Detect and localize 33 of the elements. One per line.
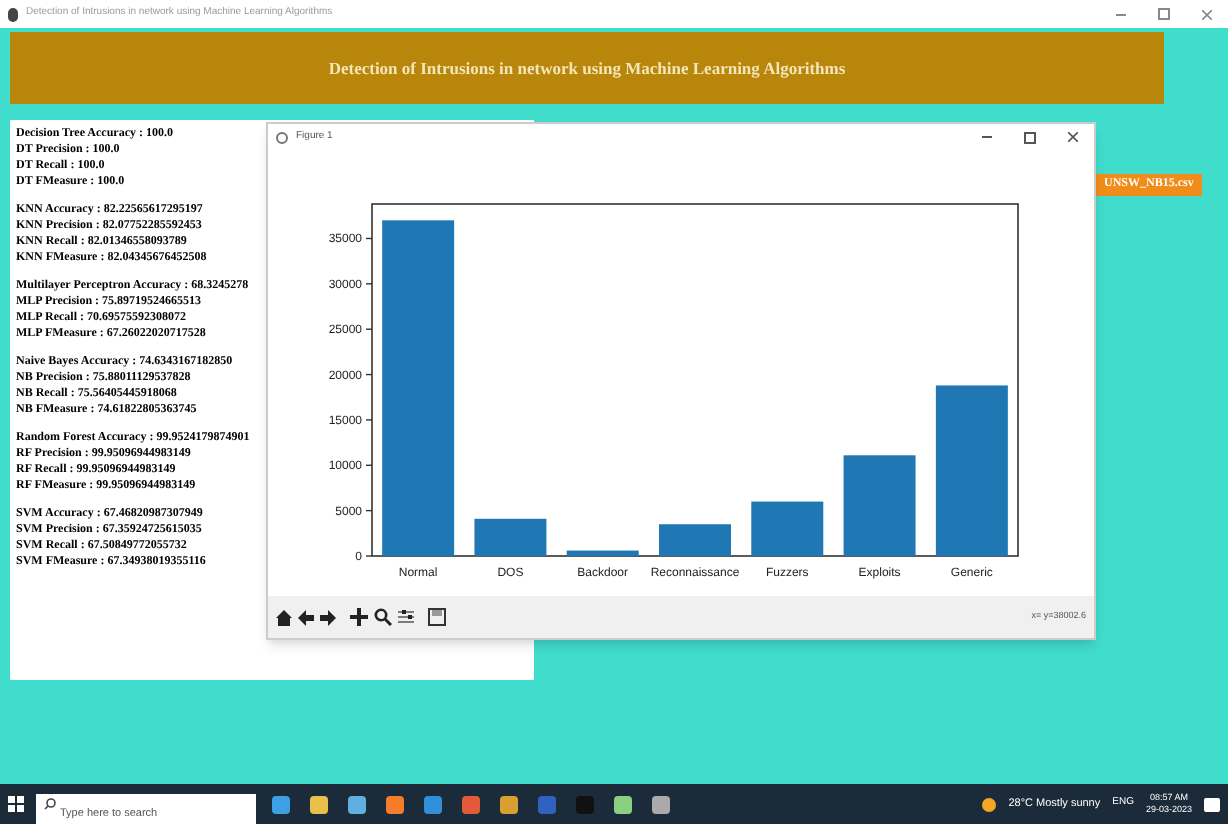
minimize-icon[interactable]	[982, 136, 992, 139]
header-title: Detection of Intrusions in network using Machine Learning Algorithms	[328, 55, 846, 81]
app-icon[interactable]	[272, 795, 290, 813]
sliders-icon[interactable]	[398, 608, 414, 627]
maximize-icon[interactable]	[1158, 8, 1170, 20]
weather-icon	[982, 797, 997, 811]
app-icon[interactable]	[424, 795, 442, 813]
bar	[751, 502, 824, 557]
app-icon[interactable]	[652, 795, 670, 813]
app-icon[interactable]	[348, 795, 366, 813]
app-icon[interactable]	[310, 795, 328, 813]
close-icon[interactable]	[1202, 9, 1212, 19]
pan-icon[interactable]	[350, 608, 368, 627]
maximize-icon[interactable]	[1024, 131, 1036, 144]
figure-icon	[276, 131, 288, 144]
close-icon[interactable]	[1068, 132, 1078, 143]
zoom-icon[interactable]	[374, 608, 392, 627]
app-icon[interactable]	[462, 795, 480, 813]
home-icon[interactable]	[276, 609, 292, 626]
app-icon[interactable]	[614, 795, 632, 813]
start-icon[interactable]	[8, 796, 24, 812]
bar	[659, 524, 731, 557]
forward-icon[interactable]	[320, 609, 336, 626]
app-icon[interactable]	[386, 795, 404, 813]
back-icon[interactable]	[298, 609, 314, 626]
app-icon[interactable]	[500, 795, 518, 813]
bar	[843, 455, 916, 557]
search-icon	[44, 798, 56, 810]
minimize-icon[interactable]	[1116, 13, 1126, 15]
bar	[566, 551, 639, 557]
save-icon[interactable]	[428, 608, 446, 627]
bar	[474, 519, 547, 557]
notification-icon[interactable]	[1204, 797, 1220, 811]
